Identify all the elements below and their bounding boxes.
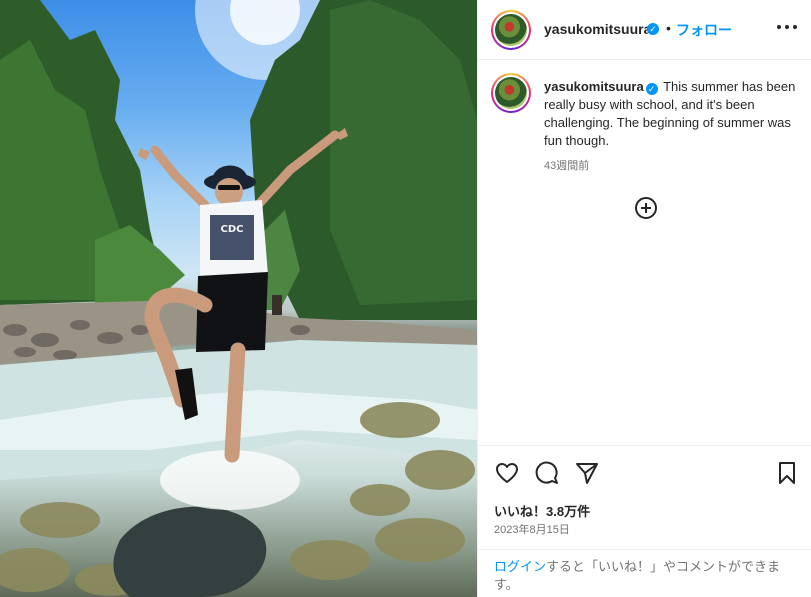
like-count[interactable]: いいね！3.8万件 — [494, 501, 590, 520]
caption-username[interactable]: yasukomitsuura — [544, 79, 644, 94]
svg-text:CDC: CDC — [221, 224, 244, 235]
comment-icon[interactable] — [534, 460, 560, 486]
share-icon[interactable] — [574, 460, 600, 486]
author-avatar[interactable] — [491, 10, 531, 50]
header-separator: • — [666, 20, 671, 36]
bookmark-icon[interactable] — [774, 460, 800, 486]
follow-button[interactable]: フォロー — [676, 20, 732, 40]
login-link[interactable]: ログイン — [494, 559, 546, 574]
caption-avatar[interactable] — [491, 73, 531, 113]
heart-icon[interactable] — [494, 460, 520, 486]
verified-badge-icon: ✓ — [645, 83, 658, 95]
photo-illustration: CDC — [0, 0, 477, 597]
add-circle-icon[interactable] — [633, 195, 659, 221]
post-time-ago[interactable]: 43週間前 — [544, 157, 589, 173]
post-caption: yasukomitsuura ✓ This summer has been rea… — [544, 78, 806, 150]
login-prompt: ログインすると「いいね！」やコメントができます。 — [478, 549, 811, 597]
post-actions: いいね！3.8万件 2023年8月15日 ログインすると「いいね！」やコメントが… — [478, 445, 811, 597]
post-side-panel: yasukomitsuura ✓ • フォロー yasukomitsuura ✓ … — [477, 0, 811, 597]
post-photo[interactable]: CDC — [0, 0, 477, 597]
more-options-icon[interactable] — [774, 14, 800, 40]
post-header: yasukomitsuura ✓ • フォロー — [478, 0, 811, 60]
post-date[interactable]: 2023年8月15日 — [494, 521, 570, 537]
verified-badge-icon: ✓ — [647, 23, 659, 35]
author-username[interactable]: yasukomitsuura — [544, 21, 651, 37]
